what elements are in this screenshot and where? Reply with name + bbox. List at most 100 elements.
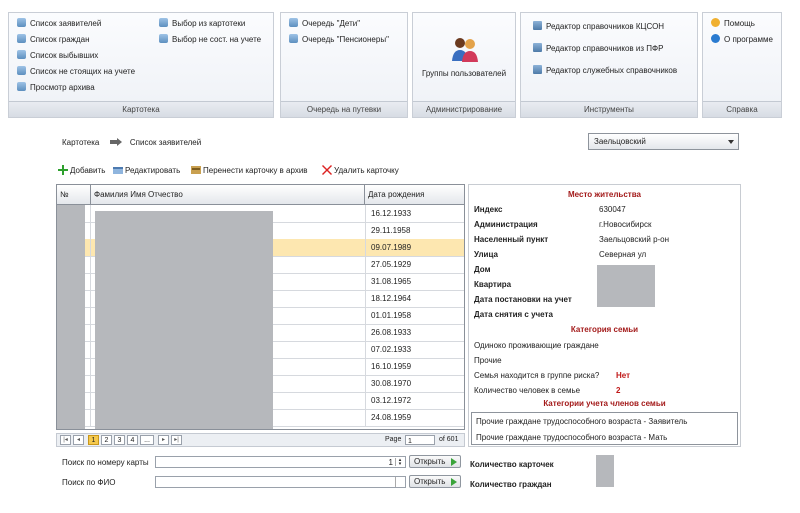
list-icon bbox=[17, 82, 26, 91]
field-value: Заельцовский р-он bbox=[599, 235, 670, 244]
info-icon bbox=[711, 34, 720, 43]
grid-header: № Фамилия Имя Отчество Дата рождения bbox=[57, 185, 464, 205]
page-button-2[interactable]: 2 bbox=[101, 435, 112, 445]
ribbon-item-queue-pensioners[interactable]: Очередь "Пенсионеры" bbox=[289, 34, 389, 46]
add-button-label: Добавить bbox=[70, 166, 106, 175]
birthdate-cell: 16.10.1959 bbox=[365, 358, 465, 375]
fio-search-input[interactable] bbox=[155, 476, 406, 488]
ribbon-footer-queue: Очередь на путевки bbox=[281, 101, 407, 117]
next-page-button[interactable]: ▸ bbox=[158, 435, 169, 445]
birthdate-cell: 09.07.1989 bbox=[365, 239, 465, 256]
plus-icon bbox=[58, 165, 68, 175]
field-label: Дата постановки на учет bbox=[474, 295, 572, 304]
page-button-3[interactable]: 3 bbox=[114, 435, 125, 445]
help-icon bbox=[711, 18, 720, 27]
first-page-button[interactable]: |◂ bbox=[60, 435, 71, 445]
ribbon-item-dropped[interactable]: Список выбывших bbox=[17, 50, 98, 62]
users-icon bbox=[452, 38, 478, 62]
district-select-value: Заельцовский bbox=[594, 137, 646, 146]
ribbon-item-not-registered[interactable]: Список не стоящих на учете bbox=[17, 66, 135, 78]
field-value: г.Новосибирск bbox=[599, 220, 652, 229]
open-by-fio-button[interactable]: Открыть bbox=[409, 475, 461, 488]
family-count-value: 2 bbox=[616, 386, 621, 395]
delete-button-label: Удалить карточку bbox=[334, 166, 399, 175]
ribbon-item-kcson-editor[interactable]: Редактор справочников КЦСОН bbox=[533, 21, 664, 33]
book-icon bbox=[533, 65, 542, 74]
list-icon bbox=[17, 50, 26, 59]
ribbon-item-queue-children[interactable]: Очередь "Дети" bbox=[289, 18, 360, 30]
ribbon-item-applicants[interactable]: Список заявителей bbox=[17, 18, 101, 30]
last-page-button[interactable]: ▸| bbox=[171, 435, 182, 445]
ribbon-item-service-editor[interactable]: Редактор служебных справочников bbox=[533, 65, 677, 77]
birthdate-cell: 30.08.1970 bbox=[365, 375, 465, 392]
column-header-fio[interactable]: Фамилия Имя Отчество bbox=[91, 185, 365, 204]
ribbon-item-choose-not-registered[interactable]: Выбор не сост. на учете bbox=[159, 34, 261, 46]
risk-value: Нет bbox=[616, 371, 631, 380]
field-label: Индекс bbox=[474, 205, 503, 214]
ribbon-item-about[interactable]: О программе bbox=[711, 34, 773, 46]
list-icon bbox=[289, 18, 298, 27]
ribbon-footer-tools: Инструменты bbox=[521, 101, 697, 117]
ribbon-item-label: Список выбывших bbox=[30, 51, 99, 60]
members-title: Категории учета членов семьи bbox=[543, 399, 666, 408]
archive-button-label: Перенести карточку в архив bbox=[203, 166, 308, 175]
ribbon-item-label: Выбор не сост. на учете bbox=[172, 35, 262, 44]
citizens-count-label: Количество граждан bbox=[470, 480, 552, 489]
ribbon-item-citizens[interactable]: Список граждан bbox=[17, 34, 90, 46]
breadcrumb-root[interactable]: Картотека bbox=[62, 138, 99, 147]
member-item[interactable]: Прочие граждане трудоспособного возраста… bbox=[476, 433, 667, 442]
delete-button[interactable]: Удалить карточку bbox=[322, 165, 399, 175]
applicants-grid: № Фамилия Имя Отчество Дата рождения 16.… bbox=[56, 184, 465, 430]
archive-button[interactable]: Перенести карточку в архив bbox=[191, 165, 308, 175]
column-header-birthdate[interactable]: Дата рождения bbox=[365, 185, 464, 204]
page-button-4[interactable]: 4 bbox=[127, 435, 138, 445]
ribbon-item-label: Очередь "Пенсионеры" bbox=[302, 35, 389, 44]
open-by-card-button[interactable]: Открыть bbox=[409, 455, 461, 468]
district-select[interactable]: Заельцовский bbox=[588, 133, 739, 150]
list-icon bbox=[17, 34, 26, 43]
arrow-right-icon bbox=[109, 138, 122, 146]
redacted-number-column bbox=[57, 205, 85, 429]
archive-icon bbox=[191, 166, 201, 174]
list-icon bbox=[17, 66, 26, 75]
user-group-button[interactable]: Группы пользователей bbox=[413, 13, 515, 103]
birthdate-cell: 18.12.1964 bbox=[365, 290, 465, 307]
birthdate-cell: 03.12.1972 bbox=[365, 392, 465, 409]
cards-count-label: Количество карточек bbox=[470, 460, 554, 469]
card-search-input[interactable]: 1 ▴ ▾ bbox=[155, 456, 406, 468]
grid-pager: |◂ ◂ 1 2 3 4 ... ▸ ▸| Page 1 of 601 bbox=[56, 433, 465, 447]
ribbon-item-label: Очередь "Дети" bbox=[302, 19, 361, 28]
add-button[interactable]: Добавить bbox=[58, 165, 105, 175]
column-header-number[interactable]: № bbox=[57, 185, 91, 204]
birthdate-cell: 27.05.1929 bbox=[365, 256, 465, 273]
edit-icon bbox=[113, 167, 123, 174]
book-icon bbox=[533, 43, 542, 52]
risk-label: Семья находится в группе риска? bbox=[474, 371, 600, 380]
page-of-label: of 601 bbox=[439, 436, 459, 443]
ribbon-footer-help: Справка bbox=[703, 101, 781, 117]
ribbon-item-label: Редактор справочников из ПФР bbox=[546, 44, 664, 53]
ribbon-item-label: Выбор из картотеки bbox=[172, 19, 246, 28]
page-button-1[interactable]: 1 bbox=[88, 435, 99, 445]
chevron-down-icon bbox=[728, 140, 734, 144]
birthdate-cell: 29.11.1958 bbox=[365, 222, 465, 239]
birthdate-cell: 26.08.1933 bbox=[365, 324, 465, 341]
edit-button[interactable]: Редактировать bbox=[113, 165, 180, 175]
ribbon-item-help[interactable]: Помощь bbox=[711, 18, 755, 30]
members-list: Прочие граждане трудоспособного возраста… bbox=[471, 412, 738, 445]
card-search-label: Поиск по номеру карты bbox=[62, 458, 149, 467]
member-item[interactable]: Прочие граждане трудоспособного возраста… bbox=[476, 417, 687, 426]
ribbon-item-choose-card[interactable]: Выбор из картотеки bbox=[159, 18, 245, 30]
family-count-label: Количество человек в семье bbox=[474, 386, 581, 395]
ribbon-item-archive[interactable]: Просмотр архива bbox=[17, 82, 95, 94]
ribbon-item-label: Список заявителей bbox=[30, 19, 102, 28]
fio-search-label: Поиск по ФИО bbox=[62, 478, 116, 487]
ribbon-item-pfr-editor[interactable]: Редактор справочников из ПФР bbox=[533, 43, 663, 55]
ribbon-item-label: Редактор справочников КЦСОН bbox=[546, 22, 665, 31]
list-icon bbox=[159, 18, 168, 27]
field-label: Квартира bbox=[474, 280, 512, 289]
ribbon-item-label: О программе bbox=[724, 35, 773, 44]
page-input[interactable]: 1 bbox=[405, 435, 435, 445]
prev-page-button[interactable]: ◂ bbox=[73, 435, 84, 445]
page-button-more[interactable]: ... bbox=[140, 435, 154, 445]
